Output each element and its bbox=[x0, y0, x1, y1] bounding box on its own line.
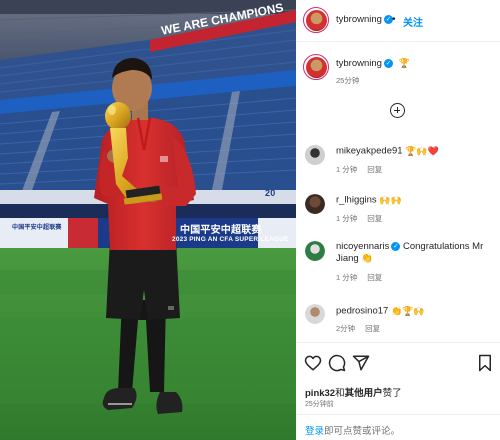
post-header: tybrowning ✓ • 关注 bbox=[296, 0, 500, 42]
comment-username[interactable]: pedrosino17 bbox=[336, 306, 388, 317]
caption-time: 25分钟 bbox=[336, 76, 360, 85]
like-heart-icon[interactable] bbox=[304, 354, 322, 372]
comment-item: mikeyakpede91 🏆🙌❤️ bbox=[336, 145, 492, 158]
comment-username[interactable]: mikeyakpede91 bbox=[336, 146, 403, 157]
caption-verified-icon: ✓ bbox=[383, 59, 393, 68]
reply-button[interactable]: 回复 bbox=[367, 273, 382, 282]
caption-line: tybrowning ✓ 🏆 bbox=[336, 58, 410, 69]
commenter-verified-icon: ✓ bbox=[391, 241, 401, 251]
likes-summary: pink32和其他用户赞了 bbox=[305, 385, 402, 399]
comment-time: 2分钟 bbox=[336, 324, 356, 333]
login-prompt-text: 即可点赞或评论。 bbox=[324, 426, 401, 437]
load-more-comments-button[interactable] bbox=[390, 103, 405, 118]
post-side-panel: tybrowning ✓ • 关注 tybrowning ✓ 🏆 25分钟 mike… bbox=[296, 0, 500, 440]
author-username-text[interactable]: tybrowning bbox=[336, 14, 382, 25]
hoarding-badge-text: 20 bbox=[265, 188, 276, 198]
comment-avatar-image bbox=[305, 304, 325, 324]
comment-bubble-icon[interactable] bbox=[328, 354, 346, 372]
likes-others-link[interactable]: 其他用户 bbox=[345, 388, 383, 399]
hoarding-chinese-text: 中国平安中超联赛 bbox=[180, 225, 262, 236]
comment-avatar-image bbox=[305, 194, 325, 214]
hoarding-small-text: 中国平安中超联赛 bbox=[12, 225, 62, 231]
caption-text: 🏆 bbox=[398, 58, 410, 68]
comment-avatar-image bbox=[305, 145, 325, 165]
likes-and-text: 和 bbox=[335, 388, 345, 399]
comment-item: pedrosino17 👏🏆🙌 bbox=[336, 305, 492, 318]
comment-avatar-image bbox=[305, 241, 325, 261]
author-avatar-image bbox=[305, 9, 327, 31]
comment-meta: 2分钟 回复 bbox=[336, 323, 380, 334]
reply-button[interactable]: 回复 bbox=[367, 165, 382, 174]
comment-avatar[interactable] bbox=[305, 194, 325, 214]
comment-username[interactable]: nicoyennaris bbox=[336, 241, 389, 252]
comment-time: 1 分钟 bbox=[336, 214, 358, 223]
comment-meta: 1 分钟 回复 bbox=[336, 213, 382, 224]
comment-avatar[interactable] bbox=[305, 241, 325, 261]
post-action-bar bbox=[296, 342, 500, 382]
likes-suffix-text: 赞了 bbox=[382, 388, 402, 399]
comment-username[interactable]: r_lhiggins bbox=[336, 195, 377, 206]
login-prompt: 登录即可点赞或评论。 bbox=[305, 423, 400, 437]
follow-button[interactable]: 关注 bbox=[403, 14, 423, 29]
post-photo: WE ARE CHAMPIONS 中国平安中超联赛 中国平安中超联赛 2023 … bbox=[0, 0, 296, 440]
author-username[interactable]: tybrowning ✓ bbox=[336, 14, 393, 25]
comment-item: r_lhiggins 🙌🙌 bbox=[336, 194, 492, 207]
comment-avatar[interactable] bbox=[305, 304, 325, 324]
caption-avatar[interactable] bbox=[303, 54, 329, 80]
caption-username[interactable]: tybrowning bbox=[336, 58, 382, 69]
header-separator: • bbox=[392, 14, 396, 25]
reply-button[interactable]: 回复 bbox=[367, 214, 382, 223]
author-avatar[interactable] bbox=[303, 7, 329, 33]
liker-username[interactable]: pink32 bbox=[305, 388, 335, 399]
share-send-icon[interactable] bbox=[352, 354, 370, 372]
comment-meta: 1 分钟 回复 bbox=[336, 272, 382, 283]
caption-avatar-image bbox=[305, 56, 327, 78]
login-link[interactable]: 登录 bbox=[305, 426, 324, 437]
comment-avatar[interactable] bbox=[305, 145, 325, 165]
login-footer: 登录即可点赞或评论。 bbox=[296, 414, 500, 440]
post-photo-illustration bbox=[0, 0, 296, 440]
post-timestamp: 25分钟前 bbox=[305, 401, 334, 408]
comment-text: 🙌🙌 bbox=[379, 195, 402, 205]
comment-text: 🏆🙌❤️ bbox=[405, 146, 439, 156]
comment-meta: 1 分钟 回复 bbox=[336, 164, 382, 175]
comment-item: nicoyennaris ✓ Congratulations Mr Jiang 👏 bbox=[336, 241, 492, 265]
hoarding-english-text: 2023 PING AN CFA SUPER LEAGUE bbox=[172, 236, 289, 243]
comment-text: 👏🏆🙌 bbox=[390, 306, 425, 316]
comment-time: 1 分钟 bbox=[336, 165, 358, 174]
comment-time: 1 分钟 bbox=[336, 273, 358, 282]
bookmark-save-icon[interactable] bbox=[476, 354, 494, 372]
reply-button[interactable]: 回复 bbox=[365, 324, 380, 333]
